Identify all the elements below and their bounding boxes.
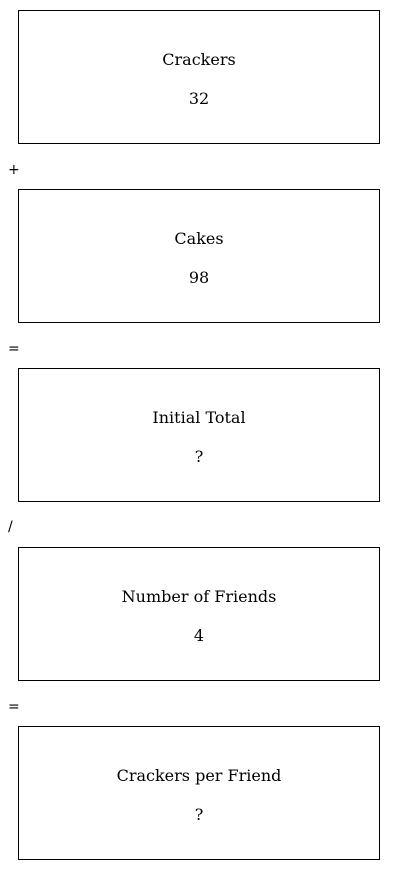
equals-operator-1: =: [8, 341, 20, 357]
crackers-box: Crackers 32: [18, 10, 380, 144]
crackers-label: Crackers: [162, 50, 236, 69]
cakes-label: Cakes: [174, 229, 224, 248]
plus-operator: +: [8, 162, 20, 178]
number-of-friends-box: Number of Friends 4: [18, 547, 380, 681]
number-of-friends-label: Number of Friends: [121, 587, 277, 606]
number-of-friends-value: 4: [193, 626, 205, 645]
crackers-value: 32: [188, 89, 210, 108]
cakes-value: 98: [188, 268, 210, 287]
crackers-per-friend-box: Crackers per Friend ?: [18, 726, 380, 860]
cakes-box: Cakes 98: [18, 189, 380, 323]
divide-operator: /: [8, 519, 13, 535]
crackers-per-friend-label: Crackers per Friend: [116, 766, 282, 785]
initial-total-value: ?: [194, 447, 204, 466]
initial-total-label: Initial Total: [152, 408, 246, 427]
initial-total-box: Initial Total ?: [18, 368, 380, 502]
equals-operator-2: =: [8, 699, 20, 715]
crackers-per-friend-value: ?: [194, 805, 204, 824]
